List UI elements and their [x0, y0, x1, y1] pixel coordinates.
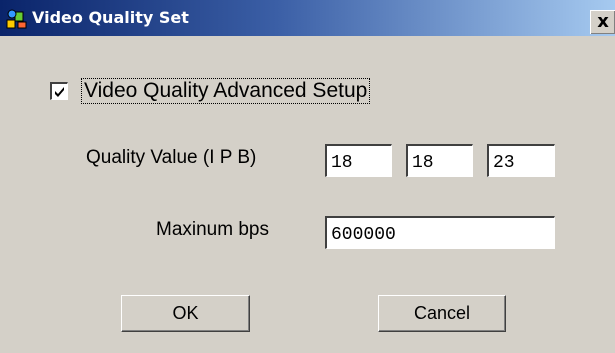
cancel-button[interactable]: Cancel [378, 295, 506, 332]
app-icon [6, 8, 28, 30]
video-quality-dialog: Video Quality Set x Video Quality Advanc… [0, 0, 615, 353]
checkmark-icon [55, 87, 64, 97]
window-title: Video Quality Set [32, 8, 189, 27]
close-icon: x [597, 11, 609, 32]
advanced-setup-option[interactable]: Video Quality Advanced Setup [50, 76, 371, 106]
quality-value-label: Quality Value (I P B) [86, 147, 257, 168]
max-bps-label: Maxinum bps [156, 219, 269, 240]
quality-i-field[interactable] [325, 144, 392, 177]
close-button[interactable]: x [590, 10, 615, 34]
quality-b-field[interactable] [487, 144, 555, 177]
quality-p-field[interactable] [406, 144, 473, 177]
title-bar[interactable]: Video Quality Set x [0, 0, 615, 36]
ok-button[interactable]: OK [121, 295, 250, 332]
advanced-setup-label[interactable]: Video Quality Advanced Setup [80, 78, 371, 104]
max-bps-field[interactable] [325, 216, 555, 249]
advanced-setup-checkbox[interactable] [50, 82, 68, 100]
